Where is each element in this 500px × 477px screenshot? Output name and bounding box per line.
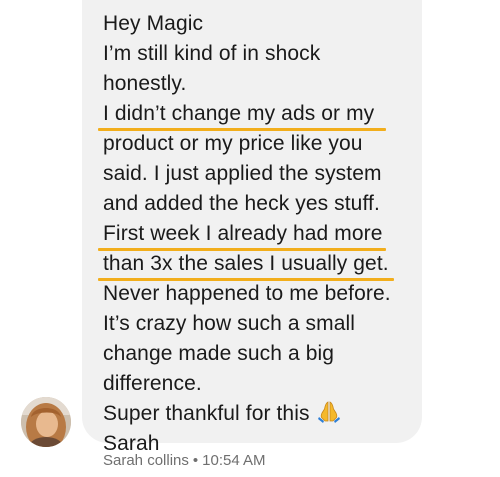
- message-line: Hey Magic: [103, 12, 204, 35]
- sender-name[interactable]: Sarah collins: [103, 452, 189, 469]
- message-line-highlighted: First week I already had more: [98, 219, 413, 251]
- message-line: said. I just applied the system: [103, 162, 382, 185]
- message-line-highlighted: than 3x the sales I usually get.: [98, 249, 413, 281]
- message-line: product or my price like you: [103, 132, 363, 155]
- message-line: I’m still kind of in shock: [103, 42, 321, 65]
- message-line-highlighted: I didn’t change my ads or my: [98, 99, 413, 131]
- message-line: difference.: [103, 372, 202, 395]
- message-line: It’s crazy how such a small: [103, 312, 356, 335]
- message-line-text: Super thankful for this: [103, 402, 310, 425]
- message-line: and added the heck yes stuff.: [103, 192, 380, 215]
- message-line: change made such a big: [103, 342, 335, 365]
- avatar-photo: [21, 397, 71, 447]
- message-text: Hey Magic I’m still kind of in shock hon…: [98, 9, 413, 459]
- message-line: Never happened to me before.: [103, 282, 391, 305]
- avatar[interactable]: [21, 397, 71, 447]
- message-timestamp: 10:54 AM: [202, 452, 266, 469]
- meta-separator: •: [192, 452, 199, 469]
- message-line-with-emoji: Super thankful for this: [103, 399, 413, 429]
- message-meta: Sarah collins • 10:54 AM: [103, 452, 266, 469]
- message-line: honestly.: [103, 72, 187, 95]
- praying-hands-icon: [316, 399, 342, 432]
